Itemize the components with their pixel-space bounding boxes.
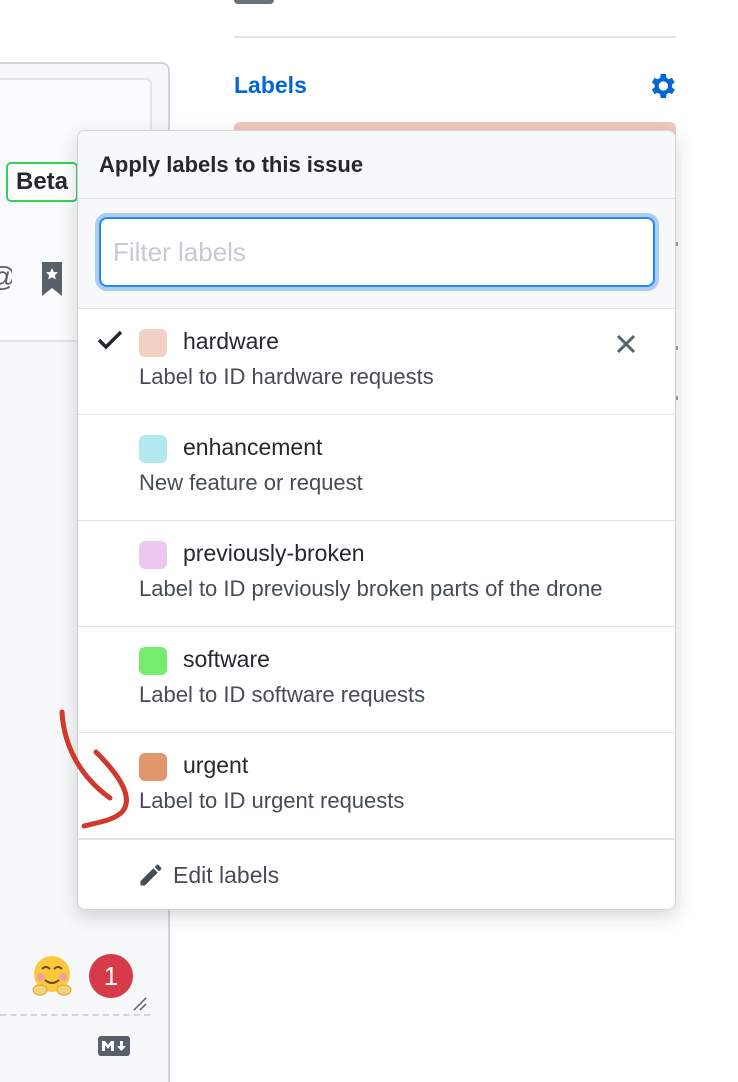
labels-heading[interactable]: Labels [234,72,307,99]
label-name: previously-broken [183,540,365,566]
dropdown-title: Apply labels to this issue [78,131,675,199]
resize-handle-icon[interactable] [132,996,148,1012]
label-name: urgent [183,752,249,778]
close-icon[interactable] [615,333,637,355]
label-description: Label to ID hardware requests [139,364,434,389]
label-color-swatch [139,435,167,463]
mention-icon[interactable]: @ [0,262,12,292]
label-color-swatch [139,541,167,569]
sidebar-divider [234,36,676,38]
edit-labels-label: Edit labels [173,861,280,888]
label-name: enhancement [183,434,323,460]
edit-labels-link[interactable]: Edit labels [78,840,675,909]
notification-badge[interactable]: 1 [89,954,133,998]
pencil-icon [140,864,162,886]
annotation-arrow [59,709,129,829]
label-description: Label to ID software requests [139,682,426,707]
label-item-software[interactable]: software Label to ID software requests [78,627,675,733]
filter-section [78,199,675,309]
avatar [234,0,274,4]
gear-icon[interactable] [646,70,678,102]
label-description: Label to ID previously broken parts of t… [139,576,603,601]
label-item-enhancement[interactable]: enhancement New feature or request [78,415,675,521]
check-icon [97,330,123,350]
bookmark-icon[interactable] [40,262,64,296]
label-description: Label to ID urgent requests [139,788,405,813]
label-name: hardware [183,328,279,354]
label-description: New feature or request [139,470,363,495]
beta-badge: Beta [6,162,78,202]
label-color-swatch [139,329,167,357]
filter-labels-input[interactable] [99,217,655,287]
label-item-urgent[interactable]: urgent Label to ID urgent requests [78,733,675,840]
hugging-face-emoji[interactable] [30,954,74,998]
label-color-swatch [139,647,167,675]
editor-footer-divider [0,1014,150,1016]
label-color-swatch [139,753,167,781]
label-picker-dropdown: Apply labels to this issue hardware Labe… [77,130,676,910]
label-item-previously-broken[interactable]: previously-broken Label to ID previously… [78,521,675,627]
markdown-icon[interactable] [98,1036,130,1056]
label-item-hardware[interactable]: hardware Label to ID hardware requests [78,309,675,415]
label-name: software [183,646,270,672]
